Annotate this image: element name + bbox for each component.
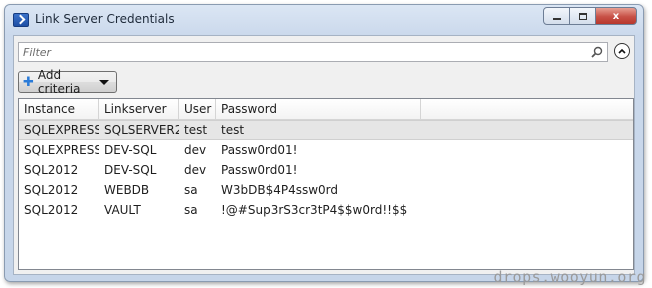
table-row[interactable]: SQL2012 VAULT sa !@#Sup3rS3cr3tP4$$w0rd!… [19, 200, 633, 220]
close-button[interactable]: x [595, 7, 637, 25]
results-grid: Instance Linkserver User Password SQLEXP… [18, 98, 634, 270]
table-row[interactable]: SQL2012 WEBDB sa W3bDB$4P4ssw0rd [19, 180, 633, 200]
app-window: Link Server Credentials x ✚ Add criteria [4, 4, 644, 282]
table-row[interactable]: SQLEXPRESS DEV-SQL dev Passw0rd01! [19, 140, 633, 160]
table-row[interactable]: SQL2012 DEV-SQL dev Passw0rd01! [19, 160, 633, 180]
powershell-icon [13, 13, 29, 27]
cell-linkserver: DEV-SQL [104, 163, 157, 177]
cell-password: Passw0rd01! [221, 163, 298, 177]
watermark-text: drops.wooyun.org [493, 268, 646, 286]
maximize-icon [578, 12, 587, 20]
cell-password: Passw0rd01! [221, 143, 298, 157]
chevron-up-icon [618, 48, 626, 54]
window-controls: x [543, 7, 637, 25]
grid-header: Instance Linkserver User Password [19, 99, 633, 120]
cell-password: test [221, 123, 245, 137]
cell-user: sa [184, 183, 198, 197]
cell-user: dev [184, 163, 207, 177]
title-bar[interactable]: Link Server Credentials x [5, 5, 643, 33]
window-content: ✚ Add criteria Instance Linkserver User … [13, 35, 635, 275]
filter-field[interactable] [18, 42, 608, 62]
cell-instance: SQLEXPRESS [24, 123, 99, 137]
column-header-password[interactable]: Password [216, 99, 421, 119]
cell-user: dev [184, 143, 207, 157]
cell-instance: SQLEXPRESS [24, 143, 99, 157]
cell-linkserver: VAULT [104, 203, 141, 217]
cell-password: !@#Sup3rS3cr3tP4$$w0rd!!$$ [221, 203, 408, 217]
cell-instance: SQL2012 [24, 163, 79, 177]
close-icon: x [612, 10, 620, 22]
add-criteria-button[interactable]: ✚ Add criteria [18, 68, 117, 96]
caret-down-icon [99, 79, 109, 85]
column-header-instance[interactable]: Instance [19, 99, 99, 119]
column-header-linkserver[interactable]: Linkserver [99, 99, 179, 119]
cell-linkserver: SQLSERVER2 [104, 123, 179, 137]
minimize-icon [552, 18, 561, 20]
cell-linkserver: DEV-SQL [104, 143, 157, 157]
table-row[interactable]: SQLEXPRESS SQLSERVER2 test test [19, 120, 633, 140]
add-criteria-label: Add criteria [37, 68, 81, 96]
window-title: Link Server Credentials [35, 12, 175, 26]
maximize-button[interactable] [569, 7, 596, 25]
filter-input[interactable] [19, 43, 567, 61]
plus-icon: ✚ [23, 74, 34, 90]
search-icon[interactable] [591, 46, 603, 58]
cell-user: test [184, 123, 208, 137]
cell-password: W3bDB$4P4ssw0rd [221, 183, 339, 197]
cell-instance: SQL2012 [24, 203, 79, 217]
cell-user: sa [184, 203, 198, 217]
cell-instance: SQL2012 [24, 183, 79, 197]
collapse-button[interactable] [614, 43, 630, 59]
cell-linkserver: WEBDB [104, 183, 150, 197]
column-header-filler [421, 99, 633, 119]
column-header-user[interactable]: User [179, 99, 216, 119]
minimize-button[interactable] [543, 7, 570, 25]
